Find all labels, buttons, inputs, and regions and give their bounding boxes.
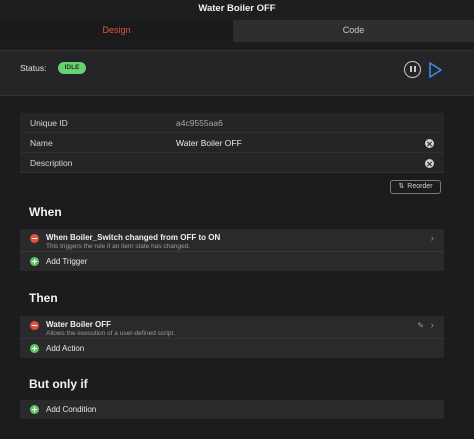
triggers-card: When Boiler_Switch changed from OFF to O… (20, 229, 444, 271)
uid-row: Unique ID a4c9555aa6 (20, 113, 444, 133)
action-title: Water Boiler OFF (46, 320, 112, 329)
action-subtitle: Allows the execution of a user-defined s… (46, 330, 175, 337)
tab-design[interactable]: Design (0, 20, 233, 42)
add-trigger-label: Add Trigger (46, 257, 88, 266)
action-row[interactable]: Water Boiler OFF Allows the execution of… (20, 316, 444, 339)
add-action-label: Add Action (46, 344, 85, 353)
conditions-card: Add Condition (20, 400, 444, 419)
add-trigger-row[interactable]: Add Trigger (20, 252, 444, 271)
tab-bar: Design Code (0, 20, 474, 42)
tab-code[interactable]: Code (233, 20, 474, 42)
add-action-icon (30, 344, 39, 353)
add-condition-icon (30, 405, 39, 414)
pause-icon[interactable] (404, 61, 421, 78)
trigger-subtitle: This triggers the rule if an item state … (46, 243, 191, 250)
add-action-row[interactable]: Add Action (20, 339, 444, 358)
clear-name-icon[interactable] (425, 139, 434, 148)
uid-label: Unique ID (30, 118, 68, 128)
then-section-title: Then (29, 291, 58, 305)
chevron-right-icon: › (430, 320, 434, 331)
actions-card: Water Boiler OFF Allows the execution of… (20, 316, 444, 358)
name-label: Name (30, 138, 53, 148)
window-title: Water Boiler OFF (0, 0, 474, 20)
add-condition-row[interactable]: Add Condition (20, 400, 444, 419)
remove-trigger-icon[interactable] (30, 234, 39, 243)
description-row[interactable]: Description (20, 153, 444, 173)
edit-script-icon[interactable]: ✎ (417, 321, 424, 330)
rule-info-table: Unique ID a4c9555aa6 Name Water Boiler O… (20, 113, 444, 173)
status-bar: Status: IDLE (0, 50, 474, 96)
name-row[interactable]: Name Water Boiler OFF (20, 133, 444, 153)
add-trigger-icon (30, 257, 39, 266)
trigger-title: When Boiler_Switch changed from OFF to O… (46, 233, 221, 242)
status-label: Status: (20, 63, 47, 73)
remove-action-icon[interactable] (30, 321, 39, 330)
reorder-icon: ⇅ (398, 183, 405, 190)
add-condition-label: Add Condition (46, 405, 97, 414)
chevron-right-icon: › (430, 233, 434, 244)
main-content: Unique ID a4c9555aa6 Name Water Boiler O… (0, 97, 474, 439)
status-badge: IDLE (58, 62, 86, 74)
when-section-title: When (29, 205, 62, 219)
name-field[interactable]: Water Boiler OFF (176, 138, 242, 148)
spacer (0, 42, 474, 50)
condition-section-title: But only if (29, 377, 88, 391)
reorder-button[interactable]: ⇅ Reorder (390, 180, 441, 194)
trigger-row[interactable]: When Boiler_Switch changed from OFF to O… (20, 229, 444, 252)
reorder-label: Reorder (407, 183, 433, 190)
description-label: Description (30, 158, 73, 168)
uid-value: a4c9555aa6 (176, 118, 223, 128)
clear-description-icon[interactable] (425, 159, 434, 168)
play-icon[interactable] (427, 61, 443, 79)
